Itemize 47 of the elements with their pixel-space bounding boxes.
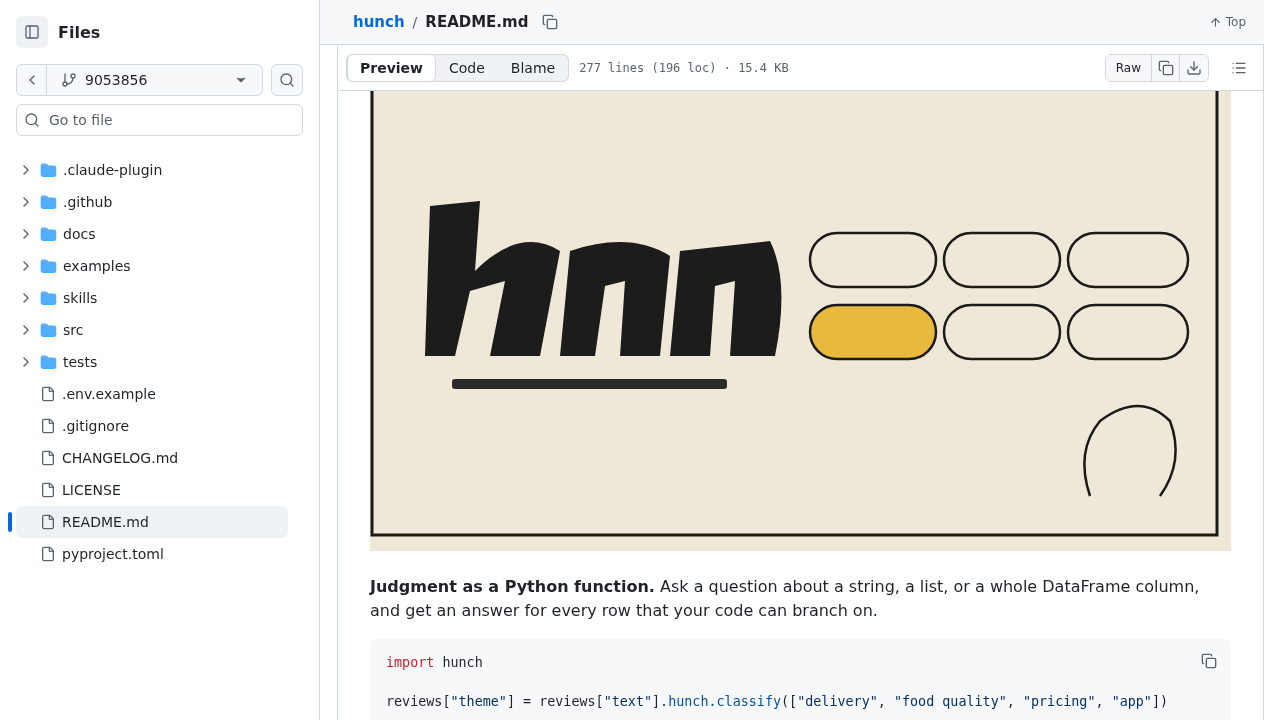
search-icon <box>24 112 40 128</box>
folder-icon <box>40 225 57 243</box>
file-info: 277 lines (196 loc) · 15.4 KB <box>579 60 789 75</box>
file-icon <box>40 546 56 562</box>
download-icon[interactable] <box>1180 54 1208 81</box>
tree-item[interactable]: .env.example <box>16 378 288 410</box>
sidebar-title: Files <box>58 22 101 42</box>
tree-item[interactable]: examples <box>16 250 288 282</box>
tree-item[interactable]: CHANGELOG.md <box>16 442 288 474</box>
search-button[interactable] <box>271 64 303 96</box>
folder-icon <box>40 161 57 179</box>
path-separator: / <box>412 14 418 30</box>
view-tab[interactable]: Code <box>436 53 498 82</box>
top-link[interactable]: Top <box>1208 15 1246 29</box>
copy-icon[interactable] <box>1201 653 1217 669</box>
tree-item[interactable]: .claude-plugin <box>16 154 288 186</box>
file-icon <box>40 386 56 402</box>
intro-paragraph: Judgment as a Python function. Ask a question about a string, a list, or a whole DataFrame column, and get an answer for every row that your code can branch on. <box>370 576 1201 622</box>
tree-item[interactable]: .gitignore <box>16 410 288 442</box>
folder-icon <box>40 353 57 371</box>
code-block: import hunch reviews["theme"] = reviews["text"].hunch.classify(["delivery", "food quality", "pricing", "app"]) <box>370 639 1231 720</box>
tree-item[interactable]: docs <box>16 218 288 250</box>
tree-item[interactable]: LICENSE <box>16 474 288 506</box>
folder-icon <box>40 193 57 211</box>
view-tab[interactable]: Preview <box>347 53 436 82</box>
tree-item[interactable]: src <box>16 314 288 346</box>
sidebar-toggle-icon[interactable] <box>16 16 48 48</box>
tree-item[interactable]: .github <box>16 186 288 218</box>
tree-item[interactable]: tests <box>16 346 288 378</box>
file-icon <box>40 482 56 498</box>
raw-button[interactable]: Raw <box>1105 54 1152 81</box>
tree-item[interactable]: skills <box>16 282 288 314</box>
file-search-field[interactable]: Go to file <box>16 104 303 136</box>
file-name: README.md <box>425 13 529 31</box>
view-tab[interactable]: Blame <box>497 53 569 82</box>
repo-link[interactable]: hunch <box>353 13 405 31</box>
file-icon <box>40 418 56 434</box>
folder-icon <box>40 289 57 307</box>
search-icon <box>279 72 295 88</box>
copy-icon[interactable] <box>1152 54 1180 81</box>
arrow-up-icon <box>1208 15 1222 29</box>
file-icon <box>40 514 56 530</box>
folder-icon <box>40 321 57 339</box>
folder-icon <box>40 257 57 275</box>
file-icon <box>40 450 56 466</box>
tree-item[interactable]: README.md <box>16 506 288 538</box>
tree-item[interactable]: pyproject.toml <box>16 538 288 570</box>
